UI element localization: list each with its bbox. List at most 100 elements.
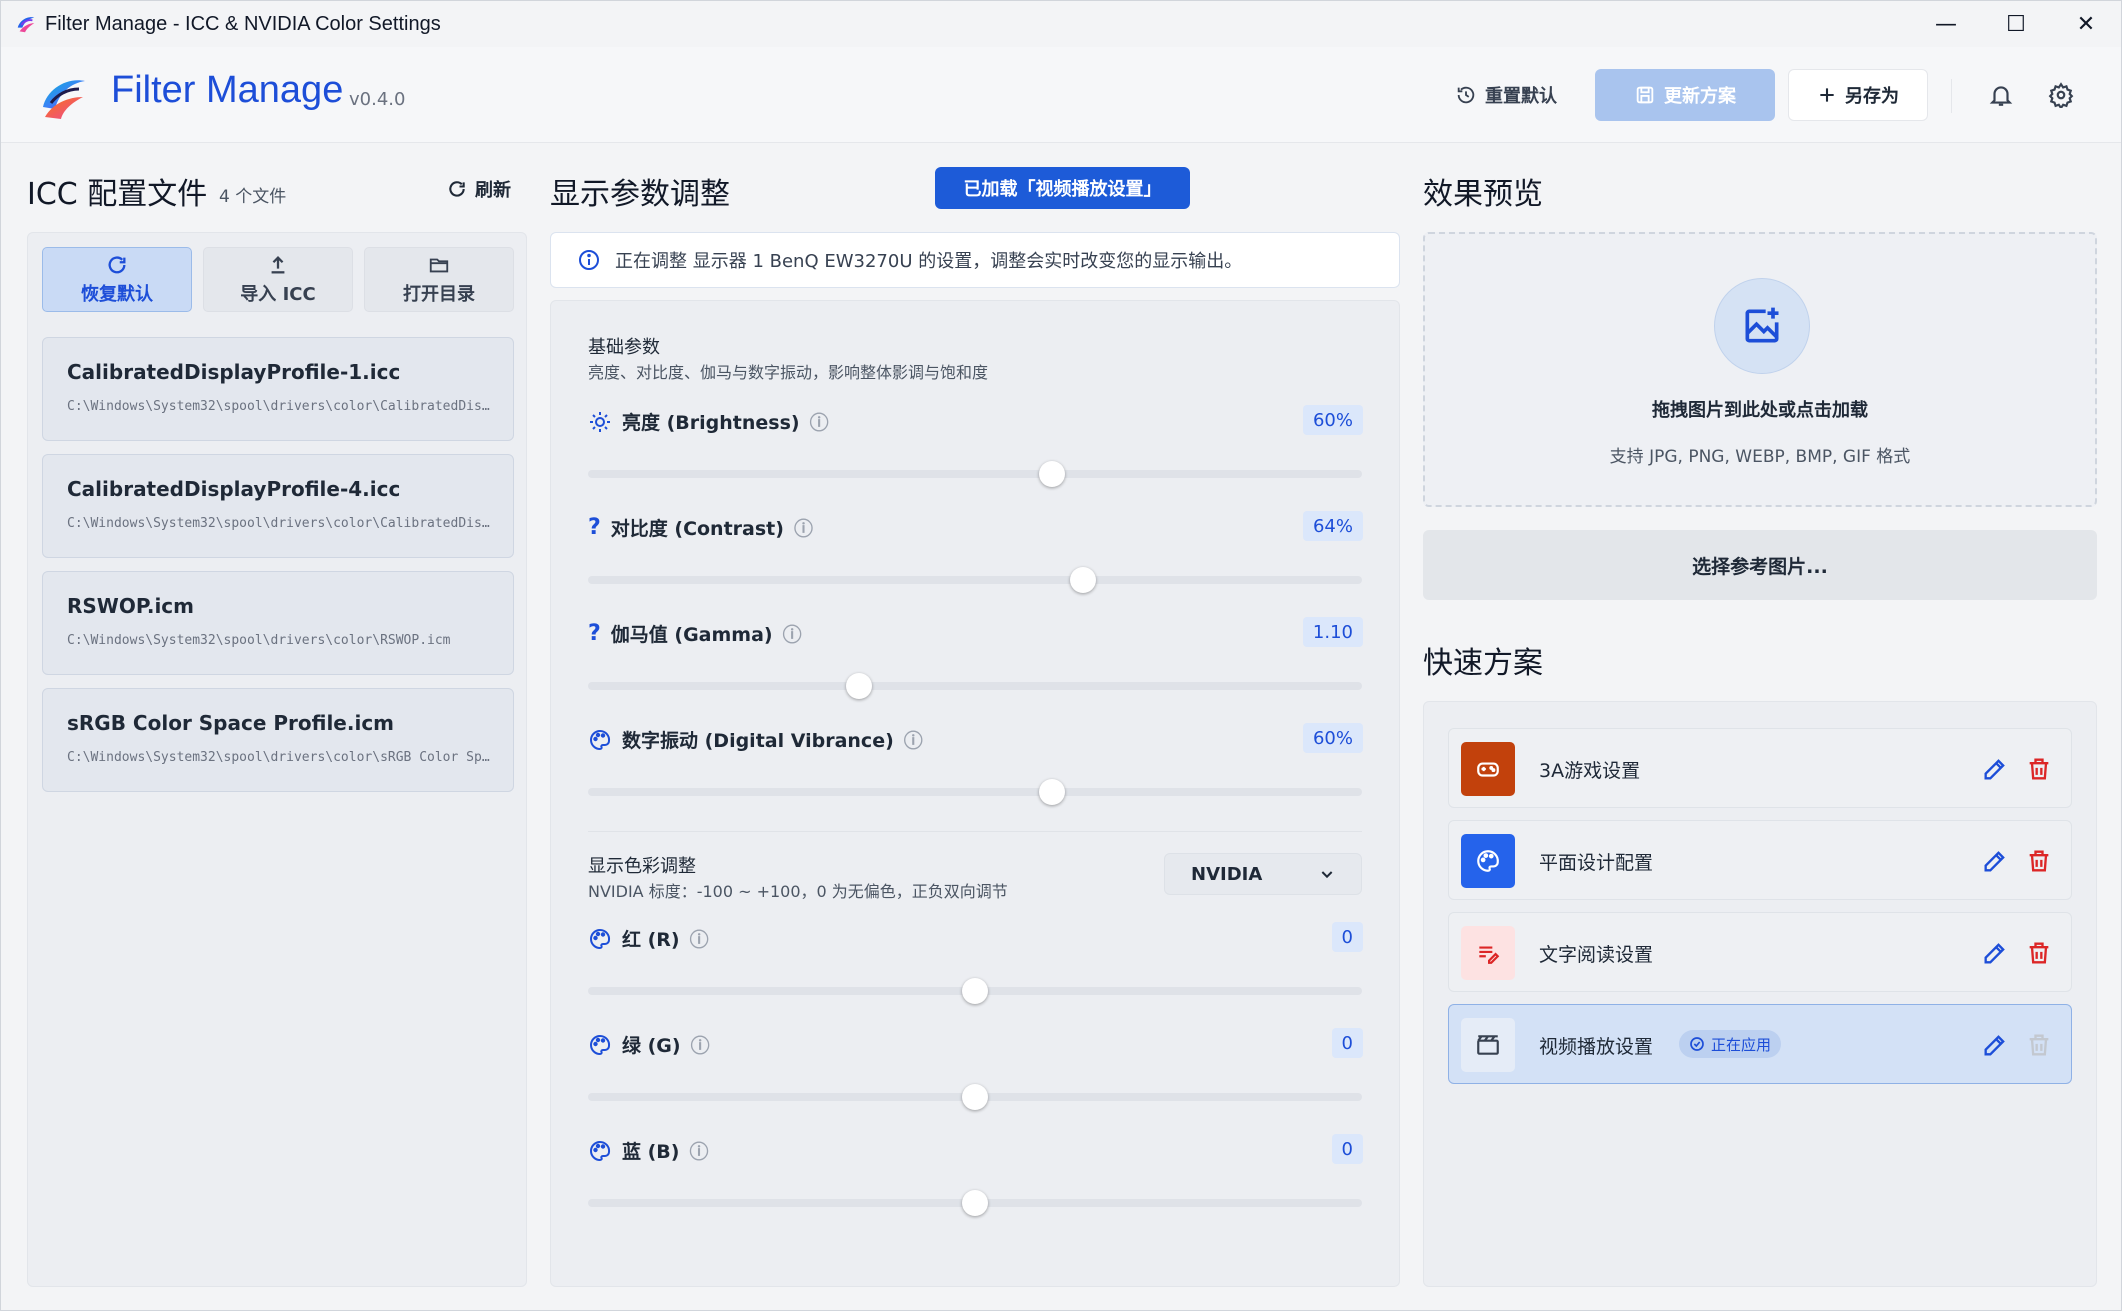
- palette-icon: [590, 1034, 611, 1055]
- slider-thumb[interactable]: [962, 1084, 988, 1110]
- gamma-slider[interactable]: [588, 673, 1362, 699]
- pencil-icon[interactable]: [1981, 939, 2009, 967]
- basic-params-subtitle: 亮度、对比度、伽马与数字振动，影响整体影调与饱和度: [588, 363, 989, 382]
- icc-profile-item[interactable]: CalibratedDisplayProfile-1.icc C:\Window…: [42, 337, 514, 441]
- version-label: v0.4.0: [349, 89, 406, 110]
- slider-thumb[interactable]: [845, 673, 872, 699]
- question-icon: ?: [588, 621, 601, 646]
- brightness-slider[interactable]: [588, 461, 1362, 487]
- slider-thumb[interactable]: [1039, 779, 1066, 805]
- blue-value: 0: [1331, 1134, 1363, 1164]
- info-circle-icon[interactable]: ⓘ: [904, 726, 923, 753]
- preset-item[interactable]: 文字阅读设置: [1448, 912, 2072, 992]
- contrast-label: ? 对比度 (Contrast) ⓘ: [588, 514, 813, 541]
- trash-icon[interactable]: [2025, 939, 2053, 967]
- minimize-button[interactable]: —: [1911, 1, 1981, 47]
- preset-item-active[interactable]: 视频播放设置 正在应用: [1448, 1004, 2072, 1084]
- param-name: 红 (R): [622, 929, 680, 951]
- refresh-button[interactable]: 刷新: [447, 176, 511, 202]
- preset-name: 文字阅读设置: [1539, 944, 1654, 966]
- color-adjust-subtitle: NVIDIA 标度：-100 ~ +100，0 为无偏色，正负双向调节: [588, 882, 1008, 901]
- open-folder-button[interactable]: 打开目录: [364, 247, 514, 312]
- pencil-icon[interactable]: [1981, 1031, 2009, 1059]
- refresh-icon: [108, 255, 126, 273]
- contrast-value: 64%: [1302, 511, 1363, 541]
- red-label: 红 (R) ⓘ: [588, 925, 709, 952]
- info-icon: [579, 250, 599, 270]
- history-icon: [1457, 86, 1475, 104]
- quick-presets-panel: 3A游戏设置 平面设计配置 文字阅读设置 视频播放设置 正在应用: [1423, 701, 2097, 1287]
- open-folder-label: 打开目录: [403, 283, 475, 305]
- restore-default-button[interactable]: 恢复默认: [42, 247, 192, 312]
- app-header: Filter Manage v0.4.0 重置默认 更新方案 另存为: [1, 47, 2121, 143]
- preview-title: 效果预览: [1423, 177, 1543, 212]
- trash-icon[interactable]: [2025, 847, 2053, 875]
- update-preset-button[interactable]: 更新方案: [1595, 69, 1775, 121]
- profile-path: C:\Windows\System32\spool\drivers\color\…: [67, 399, 497, 414]
- pencil-icon[interactable]: [1981, 755, 2009, 783]
- profile-name: CalibratedDisplayProfile-1.icc: [67, 360, 401, 384]
- icc-section-title: ICC 配置文件: [27, 177, 208, 212]
- brand-logo-icon: [43, 80, 85, 119]
- pencil-icon[interactable]: [1981, 847, 2009, 875]
- settings-button[interactable]: [2043, 77, 2079, 113]
- close-button[interactable]: ✕: [2051, 1, 2121, 47]
- vibrance-value: 60%: [1302, 723, 1363, 753]
- contrast-slider[interactable]: [588, 567, 1362, 593]
- brightness-label: 亮度 (Brightness) ⓘ: [588, 408, 829, 435]
- status-label: 正在应用: [1711, 1035, 1772, 1054]
- add-image-button[interactable]: [1714, 278, 1810, 374]
- trash-icon[interactable]: [2025, 755, 2053, 783]
- vibrance-slider[interactable]: [588, 779, 1362, 805]
- profile-name: RSWOP.icm: [67, 594, 195, 618]
- reset-default-button[interactable]: 重置默认: [1441, 69, 1571, 121]
- import-icc-button[interactable]: 导入 ICC: [203, 247, 353, 312]
- info-circle-icon[interactable]: ⓘ: [794, 514, 813, 541]
- param-name: 蓝 (B): [622, 1141, 680, 1163]
- chevron-down-icon: [1321, 871, 1333, 879]
- slider-thumb[interactable]: [1070, 567, 1097, 593]
- slider-thumb[interactable]: [1039, 461, 1066, 487]
- icc-profile-item[interactable]: RSWOP.icm C:\Windows\System32\spool\driv…: [42, 571, 514, 675]
- param-name: 亮度 (Brightness): [622, 412, 800, 434]
- brand-name: Filter Manage: [111, 69, 344, 111]
- preset-name: 3A游戏设置: [1539, 760, 1641, 782]
- preset-item[interactable]: 平面设计配置: [1448, 820, 2072, 900]
- palette-icon: [590, 928, 611, 949]
- icc-profile-item[interactable]: sRGB Color Space Profile.icm C:\Windows\…: [42, 688, 514, 792]
- params-panel: 基础参数 亮度、对比度、伽马与数字振动，影响整体影调与饱和度 亮度 (Brigh…: [550, 300, 1400, 1287]
- info-circle-icon[interactable]: ⓘ: [689, 1137, 708, 1164]
- gamepad-icon: [1461, 742, 1515, 796]
- trash-icon[interactable]: [2025, 1031, 2053, 1059]
- display-params-title: 显示参数调整: [550, 177, 730, 212]
- icc-profile-item[interactable]: CalibratedDisplayProfile-4.icc C:\Window…: [42, 454, 514, 558]
- red-slider[interactable]: [588, 978, 1362, 1004]
- gamma-value: 1.10: [1302, 617, 1363, 647]
- maximize-button[interactable]: ☐: [1981, 1, 2051, 47]
- info-circle-icon[interactable]: ⓘ: [810, 408, 829, 435]
- quick-presets-title: 快速方案: [1423, 646, 1543, 681]
- green-label: 绿 (G) ⓘ: [588, 1031, 710, 1058]
- info-circle-icon[interactable]: ⓘ: [783, 620, 802, 647]
- blue-slider[interactable]: [588, 1190, 1362, 1216]
- notifications-button[interactable]: [1983, 77, 2019, 113]
- text-edit-icon: [1461, 926, 1515, 980]
- slider-thumb[interactable]: [962, 1190, 988, 1216]
- info-circle-icon[interactable]: ⓘ: [691, 1031, 710, 1058]
- update-preset-label: 更新方案: [1664, 86, 1736, 107]
- param-name: 数字振动 (Digital Vibrance): [622, 730, 894, 752]
- image-drop-zone[interactable]: 拖拽图片到此处或点击加载 支持 JPG, PNG, WEBP, BMP, GIF…: [1423, 232, 2097, 507]
- scale-select[interactable]: NVIDIA: [1164, 853, 1362, 895]
- plus-icon: [1820, 88, 1834, 102]
- save-as-button[interactable]: 另存为: [1788, 69, 1928, 121]
- color-adjust-title: 显示色彩调整: [588, 856, 696, 877]
- icc-panel: 恢复默认 导入 ICC 打开目录 CalibratedDisplayProfil…: [27, 232, 527, 1287]
- profile-path: C:\Windows\System32\spool\drivers\color\…: [67, 633, 451, 648]
- preset-name: 平面设计配置: [1539, 852, 1654, 874]
- green-slider[interactable]: [588, 1084, 1362, 1110]
- preset-item[interactable]: 3A游戏设置: [1448, 728, 2072, 808]
- info-circle-icon[interactable]: ⓘ: [690, 925, 709, 952]
- choose-reference-image-button[interactable]: 选择参考图片...: [1423, 530, 2097, 600]
- sun-icon: [590, 411, 610, 432]
- slider-thumb[interactable]: [962, 978, 988, 1004]
